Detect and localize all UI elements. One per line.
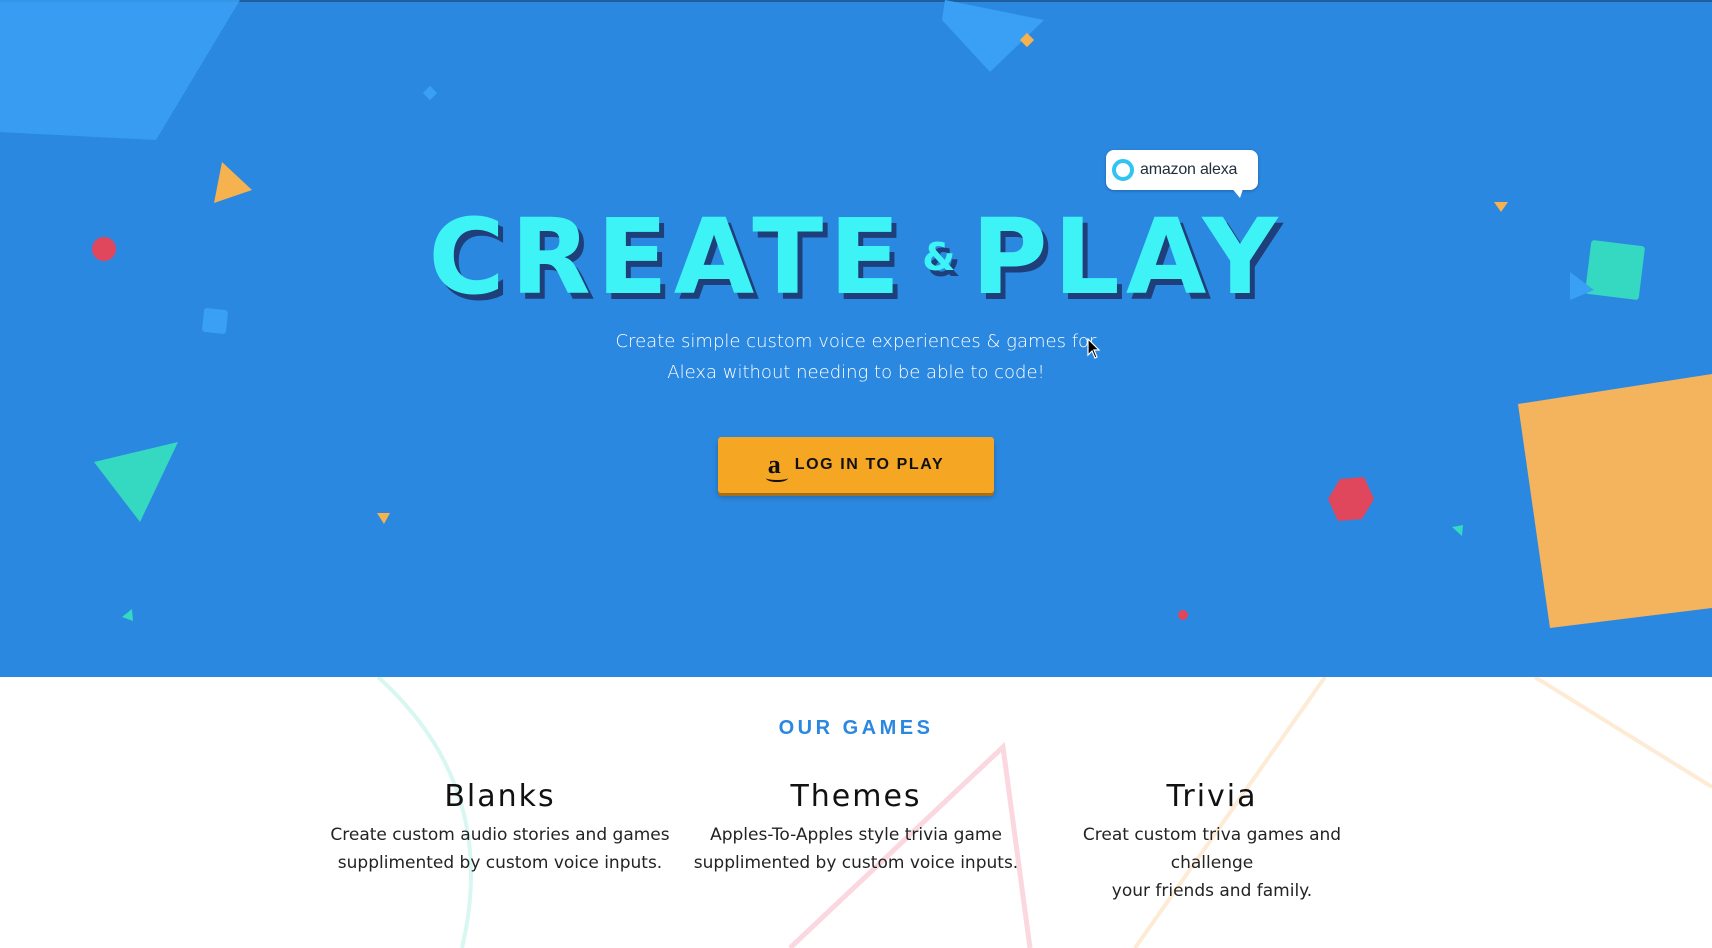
hero-subtitle: Create simple custom voice experiences &… [556, 326, 1156, 388]
title-ampersand: & [922, 235, 956, 279]
game-name: Blanks [444, 779, 556, 814]
game-description-line-1: Creat custom triva games and challenge [1082, 825, 1342, 873]
page-title: CREATE & PLAY [0, 196, 1712, 318]
game-description-line-2: supplimented by custom voice inputs. [337, 853, 663, 873]
game-card-blanks[interactable]: Blanks Create custom audio stories and g… [330, 779, 670, 877]
game-card-themes[interactable]: Themes Apples-To-Apples style trivia gam… [686, 779, 1026, 877]
small-teal-triangle-shape [122, 609, 133, 621]
game-description: Apples-To-Apples style trivia game suppl… [686, 821, 1026, 877]
landing-page: amazon alexa CREATE & PLAY Create simple c… [0, 0, 1712, 948]
small-blue-diamond-shape [422, 85, 438, 101]
alexa-ring-icon [1112, 159, 1134, 181]
small-teal-triangle-right-shape [1452, 525, 1463, 536]
large-orange-square-shape [1518, 374, 1712, 628]
title-create: CREATE [428, 196, 907, 318]
log-in-to-play-button[interactable]: a LOG IN TO PLAY [718, 437, 994, 493]
amazon-logo-icon: a [765, 450, 788, 482]
game-description-line-1: Apples-To-Apples style trivia game [710, 825, 1002, 845]
game-description-line-2: supplimented by custom voice inputs. [693, 853, 1019, 873]
game-description-line-1: Create custom audio stories and games [330, 825, 670, 845]
amazon-alexa-badge: amazon alexa [1106, 150, 1258, 198]
our-games-heading: OUR GAMES [778, 717, 934, 739]
subtitle-line-2: Alexa without needing to be able to code… [667, 362, 1045, 383]
game-name: Themes [790, 779, 922, 814]
red-hexagon-shape [1328, 477, 1374, 521]
login-button-label: LOG IN TO PLAY [794, 456, 945, 473]
hero-section: amazon alexa CREATE & PLAY Create simple c… [0, 0, 1712, 677]
large-pentagon-shape [0, 0, 240, 140]
subtitle-line-1: Create simple custom voice experiences &… [615, 331, 1097, 352]
game-card-trivia[interactable]: Trivia Creat custom triva games and chal… [1042, 779, 1382, 905]
game-description-line-2: your friends and family. [1111, 881, 1313, 901]
mouse-cursor-icon [1087, 338, 1101, 359]
game-name: Trivia [1166, 779, 1258, 814]
game-description: Creat custom triva games and challenge y… [1042, 821, 1382, 905]
teal-triangle-shape [94, 442, 178, 522]
small-orange-triangle-shape [377, 513, 390, 524]
our-games-section: OUR GAMES Blanks Create custom audio sto… [0, 677, 1712, 948]
badge-text: amazon alexa [1140, 161, 1238, 178]
title-play: PLAY [971, 196, 1284, 318]
game-description: Create custom audio stories and games su… [330, 821, 670, 877]
small-red-dot-shape [1178, 610, 1188, 620]
